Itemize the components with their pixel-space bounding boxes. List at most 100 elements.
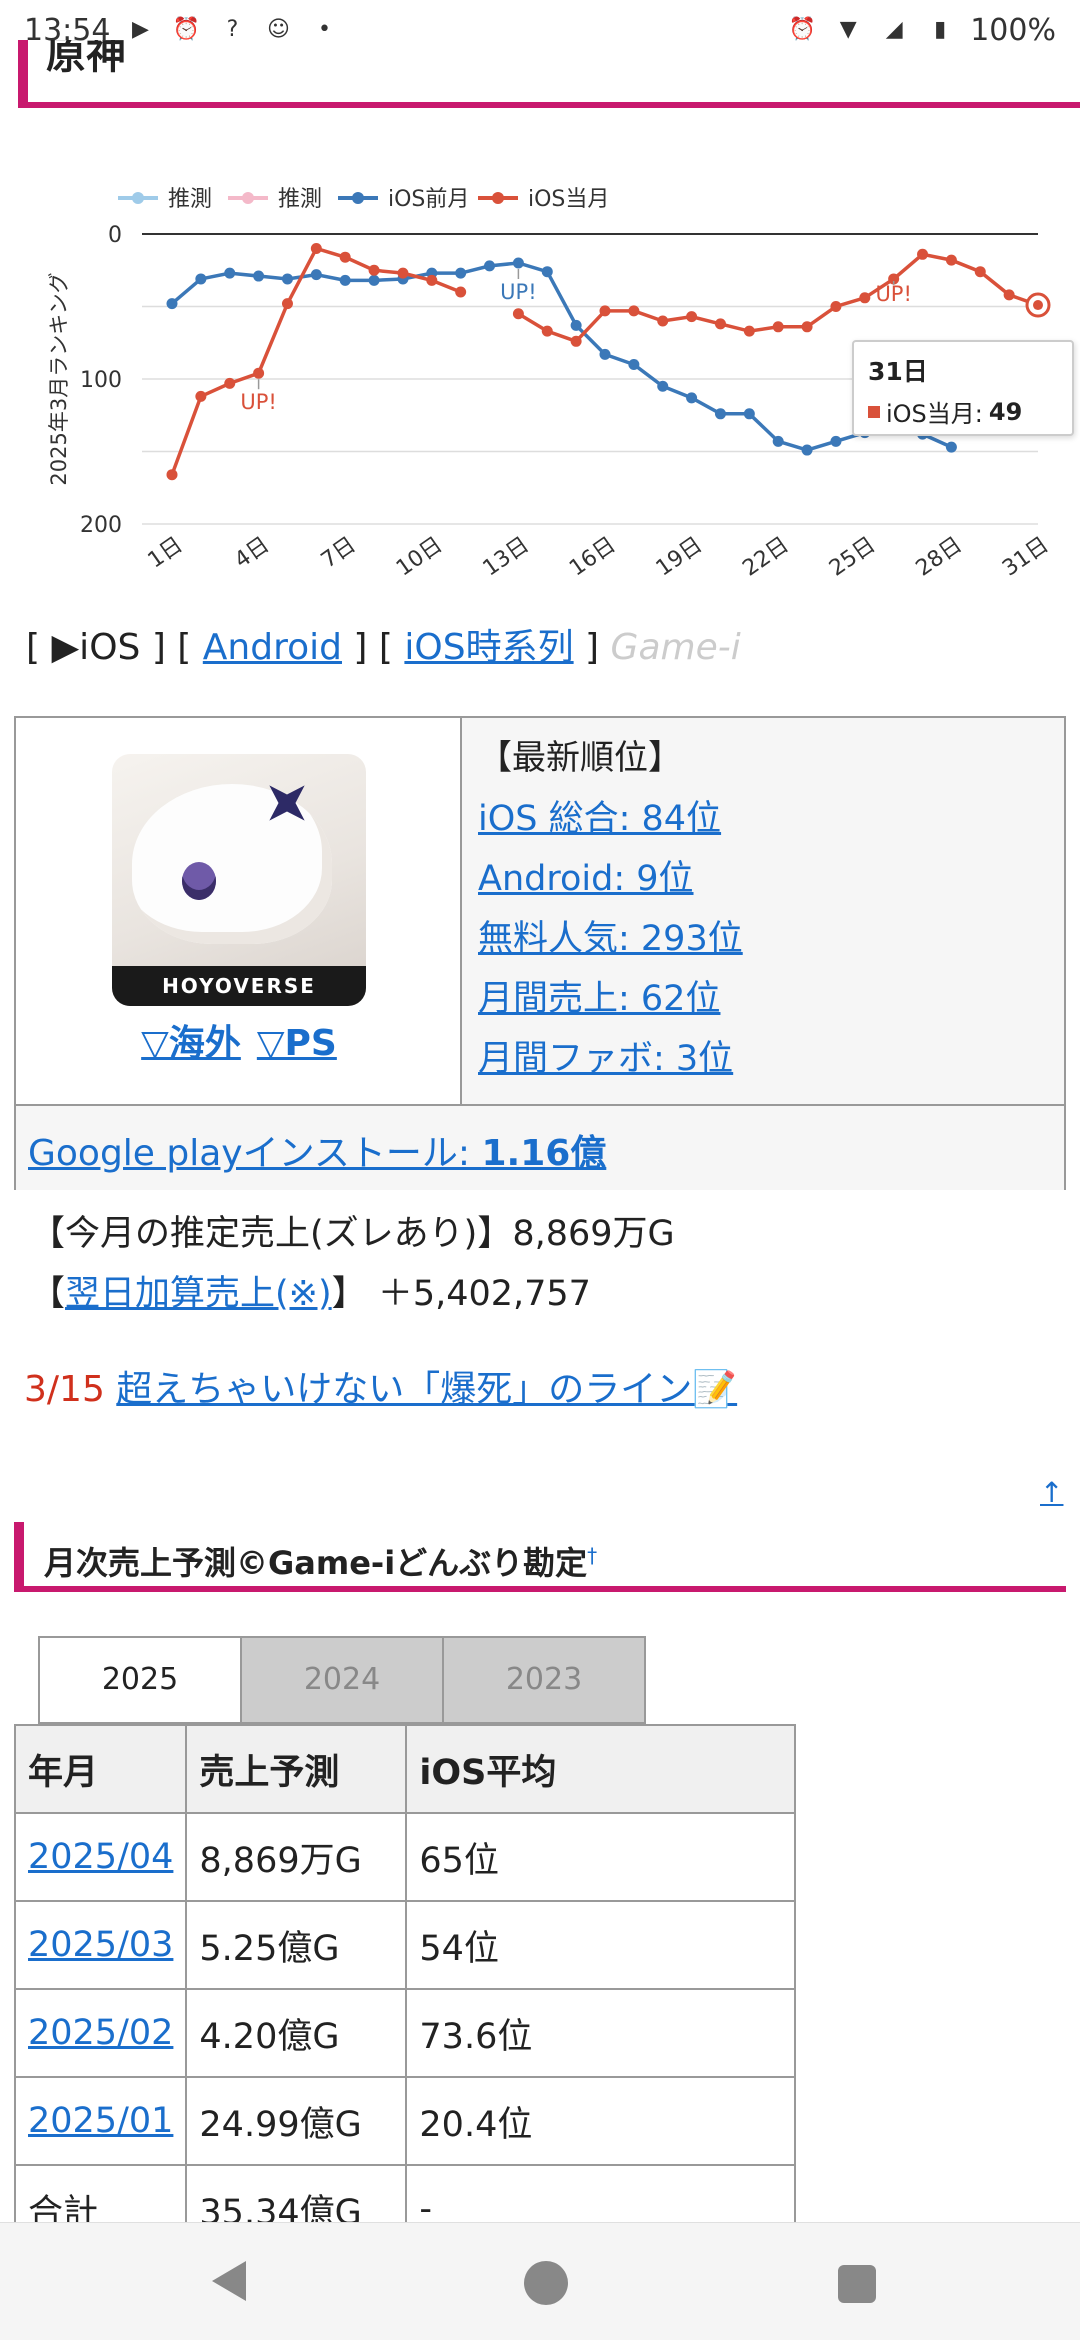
estimated-sales-label: 【今月の推定売上(ズレあり)】 xyxy=(30,1214,513,1254)
col-header-ios-avg: iOS平均 xyxy=(405,1724,796,1814)
latest-rank-cell: 【最新順位】 iOS 総合: 84位 Android: 9位 無料人気: 293… xyxy=(464,718,1064,1104)
android-nav-bar xyxy=(0,2222,1080,2340)
rank-monthly-fav-link[interactable]: 月間ファボ: 3位 xyxy=(478,1029,1050,1089)
data-point xyxy=(310,243,322,254)
platform-links: [ ▶iOS ] [ Android ] [ iOS時系列 ] Game-i xyxy=(26,618,741,670)
data-point xyxy=(974,266,986,278)
highlight-point xyxy=(1033,300,1043,311)
overseas-link[interactable]: ▽海外 xyxy=(141,1023,241,1064)
data-point xyxy=(714,408,726,420)
legend-marker xyxy=(492,192,504,204)
page-title: 原神 xyxy=(46,40,126,78)
data-point xyxy=(339,251,351,263)
game-i-brand: Game-i xyxy=(610,627,741,668)
bracket-end: ] xyxy=(573,627,611,668)
rank-monthly-sales-link[interactable]: 月間売上: 62位 xyxy=(478,969,1050,1029)
data-point xyxy=(339,274,351,286)
cell-month: 2025/01 xyxy=(14,2076,188,2166)
ps-link[interactable]: ▽PS xyxy=(257,1023,337,1064)
section2-title: 月次売上予測©Game-iどんぶり勘定 xyxy=(44,1544,588,1582)
ios-timeseries-link[interactable]: iOS時系列 xyxy=(404,627,573,668)
col-header-month: 年月 xyxy=(14,1724,188,1814)
x-tick-label: 13日 xyxy=(479,532,534,581)
data-point xyxy=(801,321,813,333)
y-tick-label: 200 xyxy=(80,513,122,538)
data-point xyxy=(281,298,293,310)
x-tick-label: 7日 xyxy=(317,532,361,573)
monthly-sales-table: 年月 売上予測 iOS平均 2025/04 8,869万G 65位 2025/0… xyxy=(14,1724,796,2284)
google-play-installs-link[interactable]: Google playインストール: 1.16億 xyxy=(28,1133,606,1174)
rank-ios-overall-link[interactable]: iOS 総合: 84位 xyxy=(478,789,1050,849)
cell-month: 2025/02 xyxy=(14,1988,188,2078)
app-icon-cell: HOYOVERSE ▽海外 ▽PS xyxy=(16,718,462,1104)
news-link[interactable]: 超えちゃいけない「爆死」のライン📝 xyxy=(116,1369,737,1410)
legend-label: 推測 xyxy=(168,187,212,212)
x-tick-label: 10日 xyxy=(392,532,447,581)
tooltip-title: 31日 xyxy=(868,357,928,386)
data-point xyxy=(714,318,726,330)
rank-android-link[interactable]: Android: 9位 xyxy=(478,849,1050,909)
table-row: 2025/02 4.20億G 73.6位 xyxy=(14,1988,796,2078)
x-tick-label: 31日 xyxy=(998,532,1053,581)
data-point xyxy=(743,408,755,420)
section2-sup-link[interactable]: † xyxy=(587,1543,597,1567)
x-tick-label: 19日 xyxy=(652,532,707,581)
data-point xyxy=(657,315,669,327)
year-tabs: 2025 2024 2023 xyxy=(38,1636,646,1724)
tab-2024[interactable]: 2024 xyxy=(240,1636,444,1724)
data-point xyxy=(484,260,496,272)
month-link[interactable]: 2025/04 xyxy=(28,1837,173,1877)
home-icon[interactable] xyxy=(524,2261,568,2305)
next-day-sales-value: ＋5,402,757 xyxy=(377,1274,591,1314)
data-point xyxy=(224,377,236,389)
data-point xyxy=(224,267,236,279)
data-point xyxy=(1003,289,1015,301)
table-row: 2025/04 8,869万G 65位 xyxy=(14,1812,796,1902)
latest-rank-title: 【最新順位】 xyxy=(478,738,682,778)
rank-free-popular-link[interactable]: 無料人気: 293位 xyxy=(478,909,1050,969)
data-point xyxy=(310,269,322,281)
data-point xyxy=(253,270,265,282)
col-header-forecast: 売上予測 xyxy=(185,1724,408,1814)
data-point xyxy=(657,380,669,392)
bracket-close: ] [ xyxy=(140,627,203,668)
app-icon[interactable]: HOYOVERSE xyxy=(112,754,366,1006)
tooltip-value: 49 xyxy=(988,397,1023,426)
legend-label: 推測 xyxy=(278,187,322,212)
cell-forecast: 4.20億G xyxy=(185,1988,408,2078)
cell-month: 2025/04 xyxy=(14,1812,188,1902)
tab-2025[interactable]: 2025 xyxy=(38,1636,242,1724)
data-point xyxy=(945,254,957,266)
data-point xyxy=(512,257,524,269)
next-day-bracket-open: 【 xyxy=(30,1274,66,1314)
y-axis-label: 2025年3月ランキング xyxy=(47,272,71,485)
data-point xyxy=(628,305,640,317)
estimated-sales-value: 8,869万G xyxy=(512,1214,675,1254)
recents-icon[interactable] xyxy=(838,2265,876,2303)
annotation-label: UP! xyxy=(500,280,536,304)
next-day-bracket-close: 】 xyxy=(331,1274,367,1314)
next-day-sales-link[interactable]: 翌日加算売上(※) xyxy=(65,1274,332,1314)
tab-2023[interactable]: 2023 xyxy=(442,1636,646,1724)
data-point xyxy=(772,321,784,333)
data-point xyxy=(195,390,207,402)
y-tick-label: 0 xyxy=(108,223,122,248)
cell-forecast: 24.99億G xyxy=(185,2076,408,2166)
month-link[interactable]: 2025/03 xyxy=(28,1925,173,1965)
x-tick-label: 25日 xyxy=(825,532,880,581)
gp-value: 1.16億 xyxy=(481,1133,607,1174)
data-point xyxy=(195,273,207,285)
data-point xyxy=(253,367,265,379)
data-point xyxy=(772,435,784,447)
table-row: 2025/03 5.25億G 54位 xyxy=(14,1900,796,1990)
data-point xyxy=(512,308,524,320)
cell-month: 2025/03 xyxy=(14,1900,188,1990)
month-link[interactable]: 2025/02 xyxy=(28,2013,173,2053)
back-icon[interactable] xyxy=(212,2261,246,2301)
legend-marker xyxy=(242,192,254,204)
annotation-label: UP! xyxy=(875,282,911,306)
android-link[interactable]: Android xyxy=(203,627,342,668)
month-link[interactable]: 2025/01 xyxy=(28,2101,173,2141)
scroll-top-link[interactable]: ↑ xyxy=(1040,1476,1063,1509)
series-line xyxy=(170,246,462,476)
